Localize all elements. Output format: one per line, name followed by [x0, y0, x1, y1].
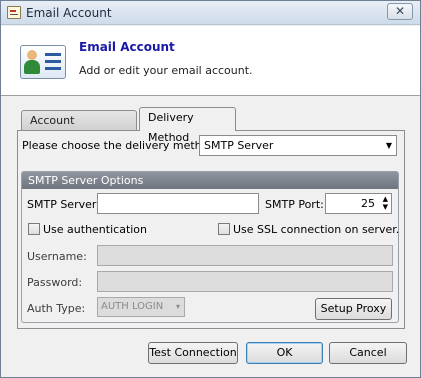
smtp-options-header: SMTP Server Options	[22, 172, 398, 189]
chevron-down-icon: ▼	[385, 141, 392, 150]
password-label: Password:	[27, 276, 83, 289]
use-authentication-label: Use authentication	[43, 223, 148, 236]
ok-button[interactable]: OK	[246, 342, 323, 364]
header-title: Email Account	[79, 40, 175, 54]
use-ssl-checkbox[interactable]	[218, 223, 230, 235]
smtp-port-stepper[interactable]: 25 ▲ ▼	[325, 193, 392, 214]
setup-proxy-button[interactable]: Setup Proxy	[315, 298, 392, 320]
use-ssl-label: Use SSL connection on server.	[233, 223, 400, 236]
smtp-port-value: 25	[361, 197, 375, 210]
tab-delivery-method[interactable]: Delivery Method	[139, 107, 236, 144]
spin-arrows-icon[interactable]: ▲ ▼	[383, 195, 388, 211]
dialog-header: Email Account Add or edit your email acc…	[1, 26, 420, 96]
smtp-port-label: SMTP Port:	[265, 198, 324, 211]
title-bar: Email Account ✕	[1, 1, 420, 25]
smtp-server-input[interactable]	[97, 193, 259, 214]
close-button[interactable]: ✕	[387, 3, 413, 20]
header-subtitle: Add or edit your email account.	[79, 64, 253, 77]
test-connection-button[interactable]: Test Connection	[148, 342, 238, 364]
window-title: Email Account	[26, 6, 112, 20]
auth-type-value: AUTH LOGIN	[101, 301, 164, 312]
cancel-button[interactable]: Cancel	[329, 342, 407, 364]
address-card-icon	[20, 45, 66, 79]
username-label: Username:	[27, 250, 87, 263]
delivery-method-label: Please choose the delivery method:	[22, 139, 220, 152]
email-account-window: Email Account ✕ Email Account Add or edi…	[0, 0, 421, 378]
delivery-method-value: SMTP Server	[204, 139, 274, 152]
smtp-server-label: SMTP Server:	[27, 198, 100, 211]
tab-account-information[interactable]: Account Information	[21, 110, 137, 147]
auth-type-label: Auth Type:	[27, 302, 86, 315]
use-authentication-checkbox[interactable]	[28, 223, 40, 235]
delivery-method-select[interactable]: SMTP Server ▼	[199, 135, 397, 156]
chevron-down-icon: ▾	[175, 302, 180, 311]
app-icon	[7, 6, 21, 19]
password-input[interactable]	[97, 271, 393, 292]
username-input[interactable]	[97, 245, 393, 266]
auth-type-select[interactable]: AUTH LOGIN ▾	[97, 297, 185, 317]
